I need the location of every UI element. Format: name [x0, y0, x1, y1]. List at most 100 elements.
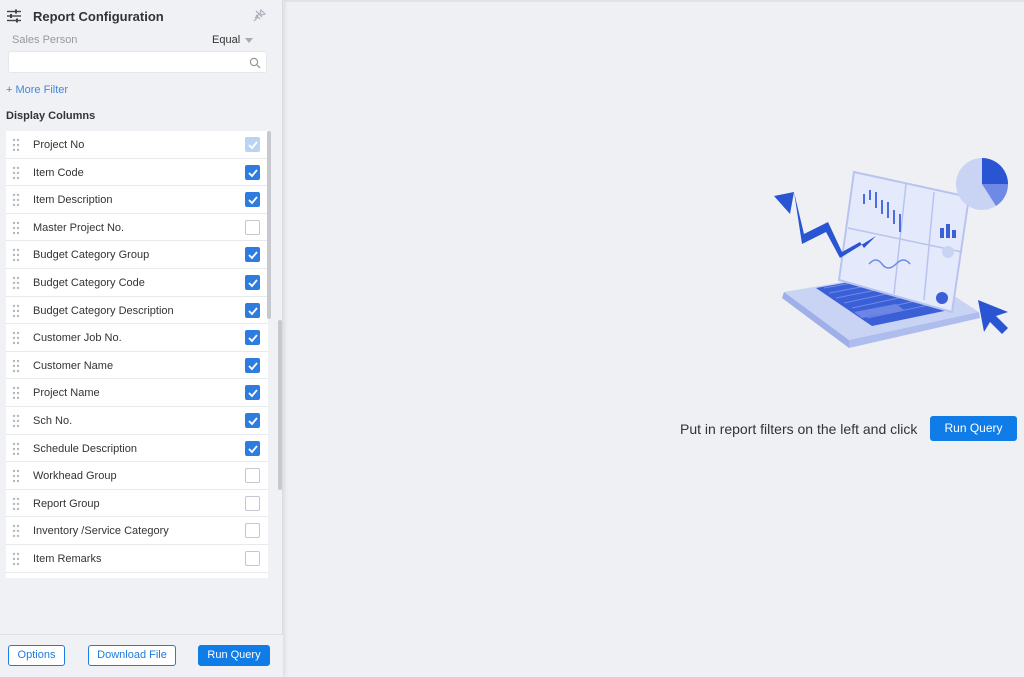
drag-handle-icon[interactable] [12, 552, 20, 566]
column-label: Project Name [33, 387, 100, 400]
filter-operator-select[interactable]: Equal [212, 34, 240, 46]
column-checkbox[interactable] [245, 164, 260, 180]
display-columns-heading: Display Columns [6, 110, 96, 122]
drag-handle-icon[interactable] [12, 386, 20, 400]
check-icon [248, 169, 258, 177]
column-checkbox[interactable] [245, 357, 260, 373]
column-row[interactable]: Budget Category Description [6, 296, 268, 325]
sidebar-title: Report Configuration [33, 9, 164, 24]
column-label: Budget Category Group [33, 249, 150, 262]
filter-search-input[interactable] [13, 54, 243, 70]
drag-handle-icon[interactable] [12, 248, 20, 262]
check-icon [248, 196, 258, 205]
column-checkbox[interactable] [245, 468, 260, 484]
column-label: Inventory /Service Category [33, 525, 169, 538]
drag-handle-icon[interactable] [12, 414, 20, 428]
filter-field-label: Sales Person [12, 34, 78, 46]
drag-handle-icon[interactable] [12, 276, 20, 290]
column-row[interactable]: Budget Category Code [6, 268, 268, 297]
column-checkbox[interactable] [245, 302, 260, 318]
filter-search-box [8, 51, 267, 73]
download-file-button[interactable]: Download File [88, 645, 176, 666]
drag-handle-icon[interactable] [12, 193, 20, 207]
more-filter-link[interactable]: + More Filter [6, 84, 68, 96]
column-checkbox[interactable] [245, 412, 260, 428]
columns-scrollbar[interactable] [267, 131, 271, 578]
column-row[interactable]: Workhead Group [6, 462, 268, 490]
column-label: Budget Category Code [33, 276, 145, 289]
check-icon [248, 334, 258, 343]
sidebar-scrollbar[interactable] [278, 320, 282, 490]
column-label: Master Project No. [33, 221, 125, 234]
column-row[interactable]: Schedule Description [6, 434, 268, 463]
drag-handle-icon[interactable] [12, 138, 20, 152]
check-icon [248, 362, 258, 371]
column-label: Sch No. [33, 414, 73, 427]
column-checkbox[interactable] [245, 440, 260, 456]
check-icon [248, 444, 258, 453]
column-row[interactable]: Project No [6, 131, 268, 159]
column-checkbox[interactable] [245, 385, 260, 401]
column-label: Item Remarks [33, 552, 102, 565]
column-label: Customer Job No. [33, 332, 122, 345]
column-label: Report Group [33, 497, 100, 510]
column-row[interactable]: Inventory /Service Category [6, 517, 268, 545]
drag-handle-icon[interactable] [12, 331, 20, 345]
report-illustration [764, 152, 1024, 362]
column-checkbox[interactable] [245, 219, 260, 235]
check-icon [248, 389, 258, 398]
column-row[interactable]: Customer Job No. [6, 324, 268, 352]
column-checkbox[interactable] [245, 523, 260, 539]
main-run-query-button[interactable]: Run Query [930, 416, 1017, 441]
column-checkbox[interactable] [245, 274, 260, 290]
column-label: Budget Category Description [33, 304, 174, 317]
options-button[interactable]: Options [8, 645, 65, 666]
display-columns-list: Project No Item Code Item Description Maste… [6, 131, 268, 578]
sliders-icon[interactable] [7, 9, 21, 23]
check-icon [248, 417, 258, 426]
main-content: Put in report filters on the left and cl… [284, 0, 1024, 677]
column-label: Item Code [33, 166, 84, 179]
column-row[interactable]: Budget Category Group [6, 241, 268, 269]
drag-handle-icon[interactable] [12, 442, 20, 456]
column-row[interactable]: Master Project No. [6, 213, 268, 242]
column-label: Project No [33, 139, 85, 151]
search-icon[interactable] [249, 57, 261, 69]
column-checkbox[interactable] [245, 495, 260, 511]
drag-handle-icon[interactable] [12, 497, 20, 511]
column-row[interactable]: Report Group [6, 489, 268, 518]
drag-handle-icon[interactable] [12, 221, 20, 235]
check-icon [248, 306, 258, 315]
run-query-button[interactable]: Run Query [198, 645, 270, 666]
column-label: Schedule Description [33, 442, 137, 455]
columns-scroll-thumb[interactable] [267, 131, 271, 319]
drag-handle-icon[interactable] [12, 469, 20, 483]
column-row[interactable]: Project Name [6, 379, 268, 407]
pin-icon[interactable] [252, 8, 267, 23]
column-row[interactable]: Customer Name [6, 351, 268, 380]
check-icon [248, 279, 258, 288]
column-row[interactable]: Item Remarks [6, 544, 268, 573]
column-label: Customer Name [33, 359, 114, 372]
check-icon [248, 141, 258, 150]
column-row[interactable]: Item Code [6, 158, 268, 187]
empty-state-message: Put in report filters on the left and cl… [680, 421, 918, 437]
column-checkbox[interactable] [245, 137, 260, 152]
drag-handle-icon[interactable] [12, 304, 20, 318]
column-checkbox[interactable] [245, 550, 260, 566]
drag-handle-icon[interactable] [12, 166, 20, 180]
column-label: Item Description [33, 194, 113, 207]
column-row[interactable]: Item Description [6, 186, 268, 214]
column-row[interactable]: Sch No. [6, 406, 268, 435]
sidebar-footer: Options Download File Run Query [0, 634, 283, 677]
column-checkbox[interactable] [245, 192, 260, 208]
sidebar-header: Report Configuration [0, 0, 283, 34]
column-checkbox[interactable] [245, 330, 260, 346]
drag-handle-icon[interactable] [12, 524, 20, 538]
report-config-sidebar: Report Configuration Sales Person Equal … [0, 0, 283, 677]
column-label: Workhead Group [33, 470, 117, 483]
chevron-down-icon[interactable] [245, 38, 253, 43]
check-icon [248, 251, 258, 260]
drag-handle-icon[interactable] [12, 359, 20, 373]
column-checkbox[interactable] [245, 247, 260, 263]
